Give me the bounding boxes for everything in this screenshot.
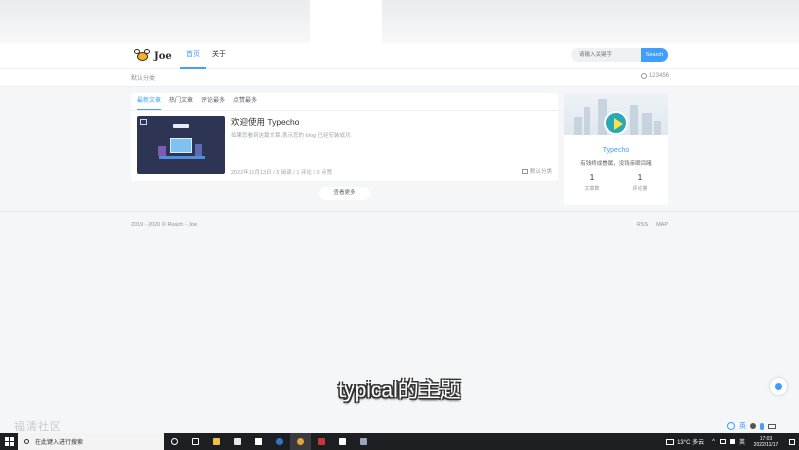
bee-logo-icon [133,49,151,63]
monitor-app-icon[interactable] [353,433,374,450]
post-thumbnail[interactable] [137,116,225,174]
store-icon[interactable] [227,433,248,450]
thumb-plant [158,146,166,156]
search-input[interactable] [571,48,641,62]
logo-text: Joe [154,50,172,62]
ime-mic-icon[interactable] [760,422,764,430]
top-banner [0,0,799,43]
stat-comments-value: 1 [637,173,643,182]
ime-moon-icon[interactable] [750,423,756,429]
start-button[interactable] [0,433,18,450]
load-more-button[interactable]: 查看更多 [319,187,370,200]
profile-card: Typecho 有钱终成眷属，没钱亲眼目睹 1 文章数 1 评论量 [564,93,668,205]
avatar[interactable] [604,111,628,135]
post-category-label: 默认分类 [529,169,552,175]
site-footer: 2019 - 2020 © Reach - Joe RSS MAP [0,211,799,239]
tab-latest[interactable]: 最新文章 [137,93,162,110]
tab-most-likes[interactable]: 点赞最多 [233,93,257,110]
stat-comments: 1 评论量 [614,173,666,192]
post-meta: 2022年11月13日 / 3 阅读 / 1 评论 / 0 点赞 [231,170,333,176]
mail-icon[interactable] [248,433,269,450]
user-info[interactable]: 123456 [640,73,669,79]
clock[interactable]: 17:03 2022/11/17 [747,436,785,448]
task-view-icon[interactable] [185,433,206,450]
clock-date: 2022/11/17 [753,441,779,448]
post-category[interactable]: 默认分类 [521,167,552,175]
chevron-up-icon[interactable]: ^ [712,439,715,445]
sub-bar: 默认分类 123456 [0,69,799,87]
theme-toggle-button[interactable] [770,378,787,395]
search-icon [24,439,29,444]
thumb-shelf [195,144,202,156]
taskbar-search-placeholder: 在此键入进行搜索 [35,440,84,446]
thumb-monitor [170,138,192,153]
ime-indicator-icon[interactable]: 英 [739,437,745,446]
tabs-divider [131,110,558,111]
ime-keyboard-icon[interactable] [768,423,776,429]
stat-comments-label: 评论量 [632,186,648,192]
weather-icon[interactable] [666,438,675,445]
stat-articles-value: 1 [589,173,595,182]
sun-icon [775,383,782,390]
app-icon[interactable] [311,433,332,450]
video-editor-icon[interactable] [332,433,353,450]
profile-name[interactable]: Typecho [564,147,668,154]
volume-icon[interactable] [729,439,735,444]
user-name: 123456 [648,73,669,79]
copyright: 2019 - 2020 © Reach - Joe [131,222,198,228]
play-icon [614,118,623,130]
category-link[interactable]: 默认分类 [131,73,155,82]
system-tray: 13°C 多云 ^ 英 17:03 2022/11/17 [666,433,799,450]
banner-glow [310,0,382,43]
video-caption: typical的主题 [338,379,461,402]
footer-links: RSS MAP [637,222,668,228]
windows-taskbar: 在此键入进行搜索 13°C 多云 ^ 英 17:03 2022/11/17 [0,433,799,450]
post-tabs: 最新文章 热门文章 评论最多 点赞最多 [137,93,265,110]
weather-text[interactable]: 13°C 多云 [677,437,704,446]
notification-icon[interactable] [789,438,795,445]
stat-articles: 1 文章数 [566,173,618,192]
rss-link[interactable]: RSS [637,222,648,228]
stat-articles-label: 文章数 [584,186,600,192]
search-box: Search [571,48,668,62]
site-header: Joe 首页 关于 [0,43,799,69]
tab-most-comments[interactable]: 评论最多 [201,93,225,110]
network-icon[interactable] [719,439,726,444]
ime-logo-icon[interactable] [727,422,735,430]
ime-toolbar: 英 [727,419,799,433]
taskbar-search[interactable]: 在此键入进行搜索 [18,433,164,450]
map-link[interactable]: MAP [656,222,668,228]
nav-about[interactable]: 关于 [206,43,232,69]
site-logo[interactable]: Joe [133,47,172,65]
windows-icon [5,437,14,446]
posts-card: 最新文章 热门文章 评论最多 点赞最多 欢迎使用 Typecho 如果您看到这篇… [131,93,558,181]
tab-hot[interactable]: 热门文章 [169,93,193,110]
box-icon [521,168,528,174]
post-excerpt: 如果您看到这篇文章,表示您的 blog 已经安装成功. [231,133,353,139]
watermark: 福清社区 [14,421,62,433]
profile-motto: 有钱终成眷属，没钱亲眼目睹 [580,161,652,167]
edge-icon[interactable] [269,433,290,450]
user-icon [640,73,647,79]
search-button[interactable]: Search [641,48,668,62]
cortana-icon[interactable] [164,433,185,450]
chrome-icon[interactable] [290,433,311,450]
thumb-desk [159,156,205,159]
thumb-tag [173,124,189,128]
post-title[interactable]: 欢迎使用 Typecho [231,116,300,128]
main-nav: 首页 关于 [180,43,232,69]
ime-language[interactable]: 英 [739,421,746,431]
explorer-icon[interactable] [206,433,227,450]
nav-home[interactable]: 首页 [180,43,206,69]
image-icon [140,119,147,125]
